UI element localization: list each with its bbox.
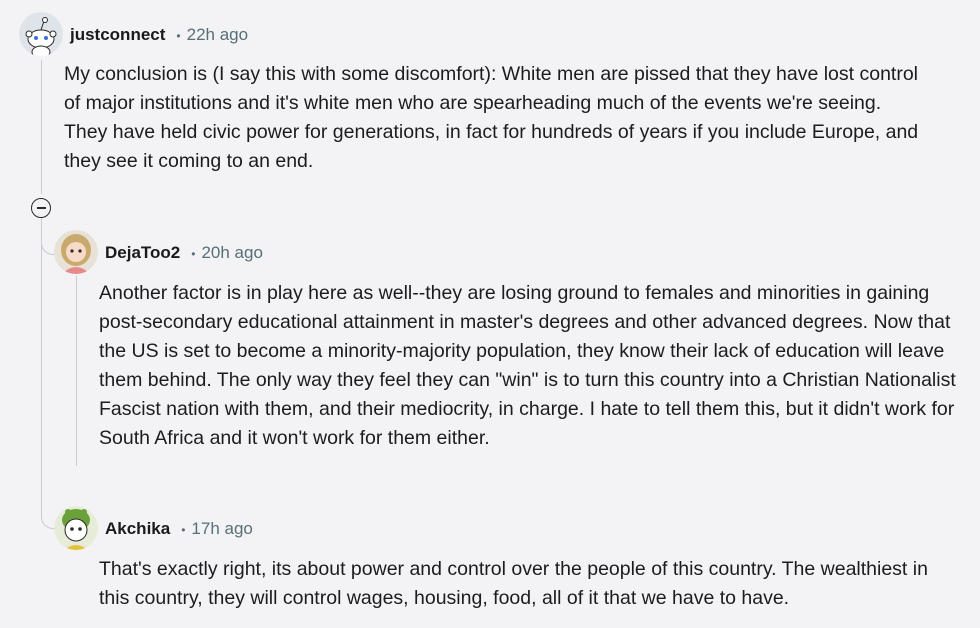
user-avatar-icon xyxy=(54,506,98,550)
username-link[interactable]: justconnect xyxy=(70,25,165,45)
username-link[interactable]: Akchika xyxy=(105,519,170,539)
separator-dot: • xyxy=(176,29,181,43)
comment-body: That's exactly right, its about power an… xyxy=(99,558,928,609)
avatar[interactable] xyxy=(54,506,98,550)
thread-elbow-reply-1 xyxy=(41,236,55,255)
separator-dot: • xyxy=(181,523,186,537)
timestamp[interactable]: 17h ago xyxy=(191,519,252,539)
thread-line-reply-1 xyxy=(76,276,77,466)
collapse-minus-icon[interactable] xyxy=(31,198,51,218)
separator-dot: • xyxy=(191,247,196,261)
timestamp[interactable]: 20h ago xyxy=(201,243,262,263)
user-avatar-icon xyxy=(54,230,98,274)
username-link[interactable]: DejaToo2 xyxy=(105,243,180,263)
thread-line-root xyxy=(41,60,42,194)
avatar[interactable] xyxy=(54,230,98,274)
comment-meta: Akchika • 17h ago xyxy=(105,519,253,540)
comment-meta: justconnect • 22h ago xyxy=(70,25,248,46)
comment-body: My conclusion is (I say this with some d… xyxy=(64,63,919,172)
thread-elbow-reply-2 xyxy=(41,484,55,529)
snoo-avatar-icon xyxy=(19,12,63,56)
comment-body: Another factor is in play here as well--… xyxy=(99,282,956,449)
comment-meta: DejaToo2 • 20h ago xyxy=(105,243,263,264)
timestamp[interactable]: 22h ago xyxy=(187,25,248,45)
thread-line-replies xyxy=(41,218,42,484)
avatar[interactable] xyxy=(19,12,63,56)
